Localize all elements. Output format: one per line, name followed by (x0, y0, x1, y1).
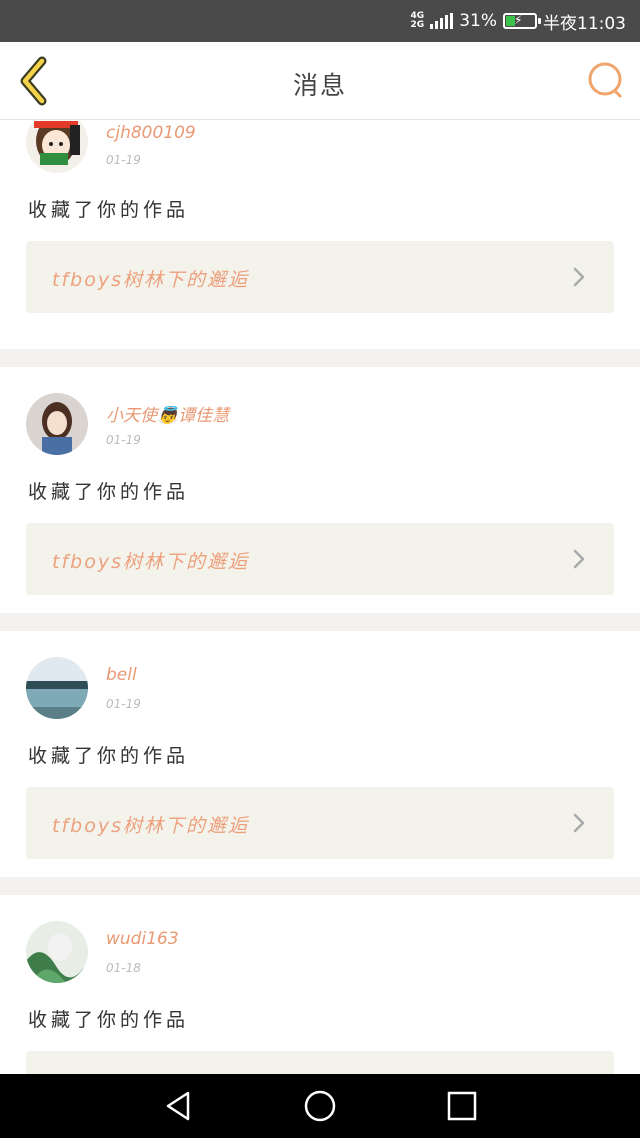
work-link[interactable]: tfboys树林下的邂逅 (26, 241, 614, 313)
message-list[interactable]: cjh800109 01-19 收藏了你的作品 tfboys树林下的邂逅 小天使… (0, 121, 640, 1074)
status-indicators: 4G 2G 31% ⚡ 半夜11:03 (411, 0, 626, 42)
nav-back-button[interactable] (160, 1088, 196, 1124)
avatar[interactable] (26, 121, 88, 173)
avatar[interactable] (26, 657, 88, 719)
user-name[interactable]: 小天使👼谭佳慧 (106, 401, 229, 426)
chevron-right-icon (573, 267, 585, 287)
avatar[interactable] (26, 393, 88, 455)
nav-recents-button[interactable] (444, 1088, 480, 1124)
avatar[interactable] (26, 921, 88, 983)
app-header: 消息 (0, 42, 640, 120)
work-title: tfboys树林下的邂逅 (52, 815, 249, 837)
charging-icon: ⚡ (514, 13, 523, 27)
network-type: 4G 2G (411, 12, 425, 30)
search-button[interactable] (586, 60, 626, 100)
network-type-bottom: 2G (410, 20, 425, 30)
message-date: 01-19 (106, 433, 141, 447)
status-bar: 4G 2G 31% ⚡ 半夜11:03 (0, 0, 640, 42)
message-date: 01-19 (106, 697, 141, 711)
work-link[interactable]: tfboys树林下的邂逅 (26, 523, 614, 595)
work-link[interactable] (26, 1051, 614, 1074)
message-date: 01-18 (106, 961, 141, 975)
message-card: bell 01-19 收藏了你的作品 tfboys树林下的邂逅 (0, 631, 640, 877)
card-divider (0, 877, 640, 895)
clock: 半夜11:03 (543, 13, 626, 34)
message-text: 收藏了你的作品 (28, 199, 190, 221)
system-nav-bar (0, 1074, 640, 1138)
chevron-right-icon (573, 549, 585, 569)
battery-icon: ⚡ (503, 13, 541, 29)
work-title: tfboys树林下的邂逅 (52, 269, 249, 291)
work-link[interactable]: tfboys树林下的邂逅 (26, 787, 614, 859)
card-divider (0, 349, 640, 367)
message-text: 收藏了你的作品 (28, 1009, 190, 1031)
page-title: 消息 (292, 71, 347, 100)
card-divider (0, 613, 640, 631)
search-icon (588, 62, 622, 98)
battery-percent: 31% (459, 11, 497, 31)
message-card: cjh800109 01-19 收藏了你的作品 tfboys树林下的邂逅 (0, 121, 640, 349)
message-card: 小天使👼谭佳慧 01-19 收藏了你的作品 tfboys树林下的邂逅 (0, 367, 640, 613)
message-text: 收藏了你的作品 (28, 481, 190, 503)
triangle-back-icon (166, 1091, 190, 1121)
user-name[interactable]: wudi163 (106, 929, 179, 949)
message-date: 01-19 (106, 153, 141, 167)
signal-icon (430, 13, 454, 29)
nav-home-button[interactable] (302, 1088, 338, 1124)
message-text: 收藏了你的作品 (28, 745, 190, 767)
user-name[interactable]: cjh800109 (106, 123, 196, 143)
square-recents-icon (447, 1091, 477, 1121)
chevron-right-icon (573, 813, 585, 833)
circle-home-icon (304, 1090, 336, 1122)
user-name[interactable]: bell (106, 665, 137, 685)
message-card: wudi163 01-18 收藏了你的作品 (0, 895, 640, 1074)
work-title: tfboys树林下的邂逅 (52, 551, 249, 573)
